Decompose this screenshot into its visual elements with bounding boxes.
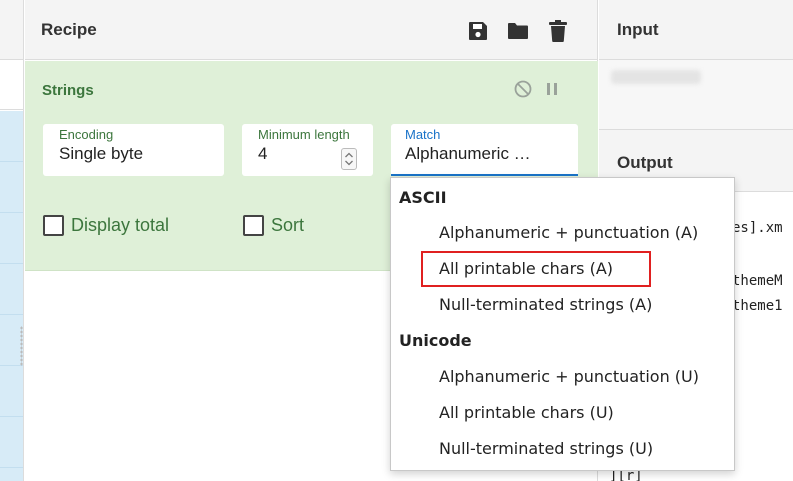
sort-checkbox[interactable]: Sort [243,215,304,236]
dropdown-option[interactable]: Alphanumeric + punctuation (U) [439,367,699,386]
input-title: Input [617,19,659,39]
list-item[interactable] [0,417,23,468]
minimum-length-input[interactable]: Minimum length 4 [242,124,373,176]
encoding-value: Single byte [59,144,144,163]
recipe-title: Recipe [41,19,97,39]
match-label: Match [405,127,441,142]
list-item[interactable] [0,213,23,264]
operations-header [0,0,23,60]
dropdown-group-ascii: ASCII [399,188,447,207]
recipe-toolbar [465,18,571,44]
list-item[interactable] [0,264,23,315]
match-select[interactable]: Match Alphanumeric … [391,124,578,176]
list-item[interactable] [0,111,23,162]
list-item[interactable] [0,162,23,213]
output-line: es].xm [732,220,783,236]
dropdown-option[interactable]: All printable chars (U) [439,403,614,422]
encoding-select[interactable]: Encoding Single byte [43,124,224,176]
output-line: themeM [732,273,783,289]
pause-icon[interactable] [546,82,558,101]
dropdown-option[interactable]: Null-terminated strings (A) [439,295,652,314]
trash-icon[interactable] [545,18,571,44]
operations-list [0,111,23,481]
input-textarea[interactable] [599,60,793,130]
output-title: Output [617,152,673,172]
match-dropdown-menu: ASCII Alphanumeric + punctuation (A) All… [390,177,735,471]
output-line: theme1 [732,298,783,314]
disable-icon[interactable] [514,80,532,103]
panel-resize-handle[interactable] [20,326,23,366]
operations-search[interactable] [0,60,23,110]
display-total-checkbox[interactable]: Display total [43,215,169,236]
highlight-box [421,251,651,287]
save-icon[interactable] [465,18,491,44]
list-item[interactable] [0,366,23,417]
minimum-length-label: Minimum length [258,127,350,142]
number-spinner-icon[interactable] [341,148,357,170]
encoding-label: Encoding [59,127,114,142]
match-value: Alphanumeric … [405,144,531,163]
sort-label: Sort [271,215,305,235]
input-header: Input [599,0,793,60]
checkbox-box[interactable] [43,215,64,236]
operation-title: Strings [42,82,94,99]
operations-panel [0,0,24,481]
checkbox-box[interactable] [243,215,264,236]
operation-controls [514,80,558,103]
dropdown-group-unicode: Unicode [399,331,472,350]
recipe-header: Recipe [25,0,597,60]
folder-icon[interactable] [505,18,531,44]
dropdown-option[interactable]: Null-terminated strings (U) [439,439,653,458]
display-total-label: Display total [71,215,170,235]
dropdown-option[interactable]: Alphanumeric + punctuation (A) [439,223,698,242]
